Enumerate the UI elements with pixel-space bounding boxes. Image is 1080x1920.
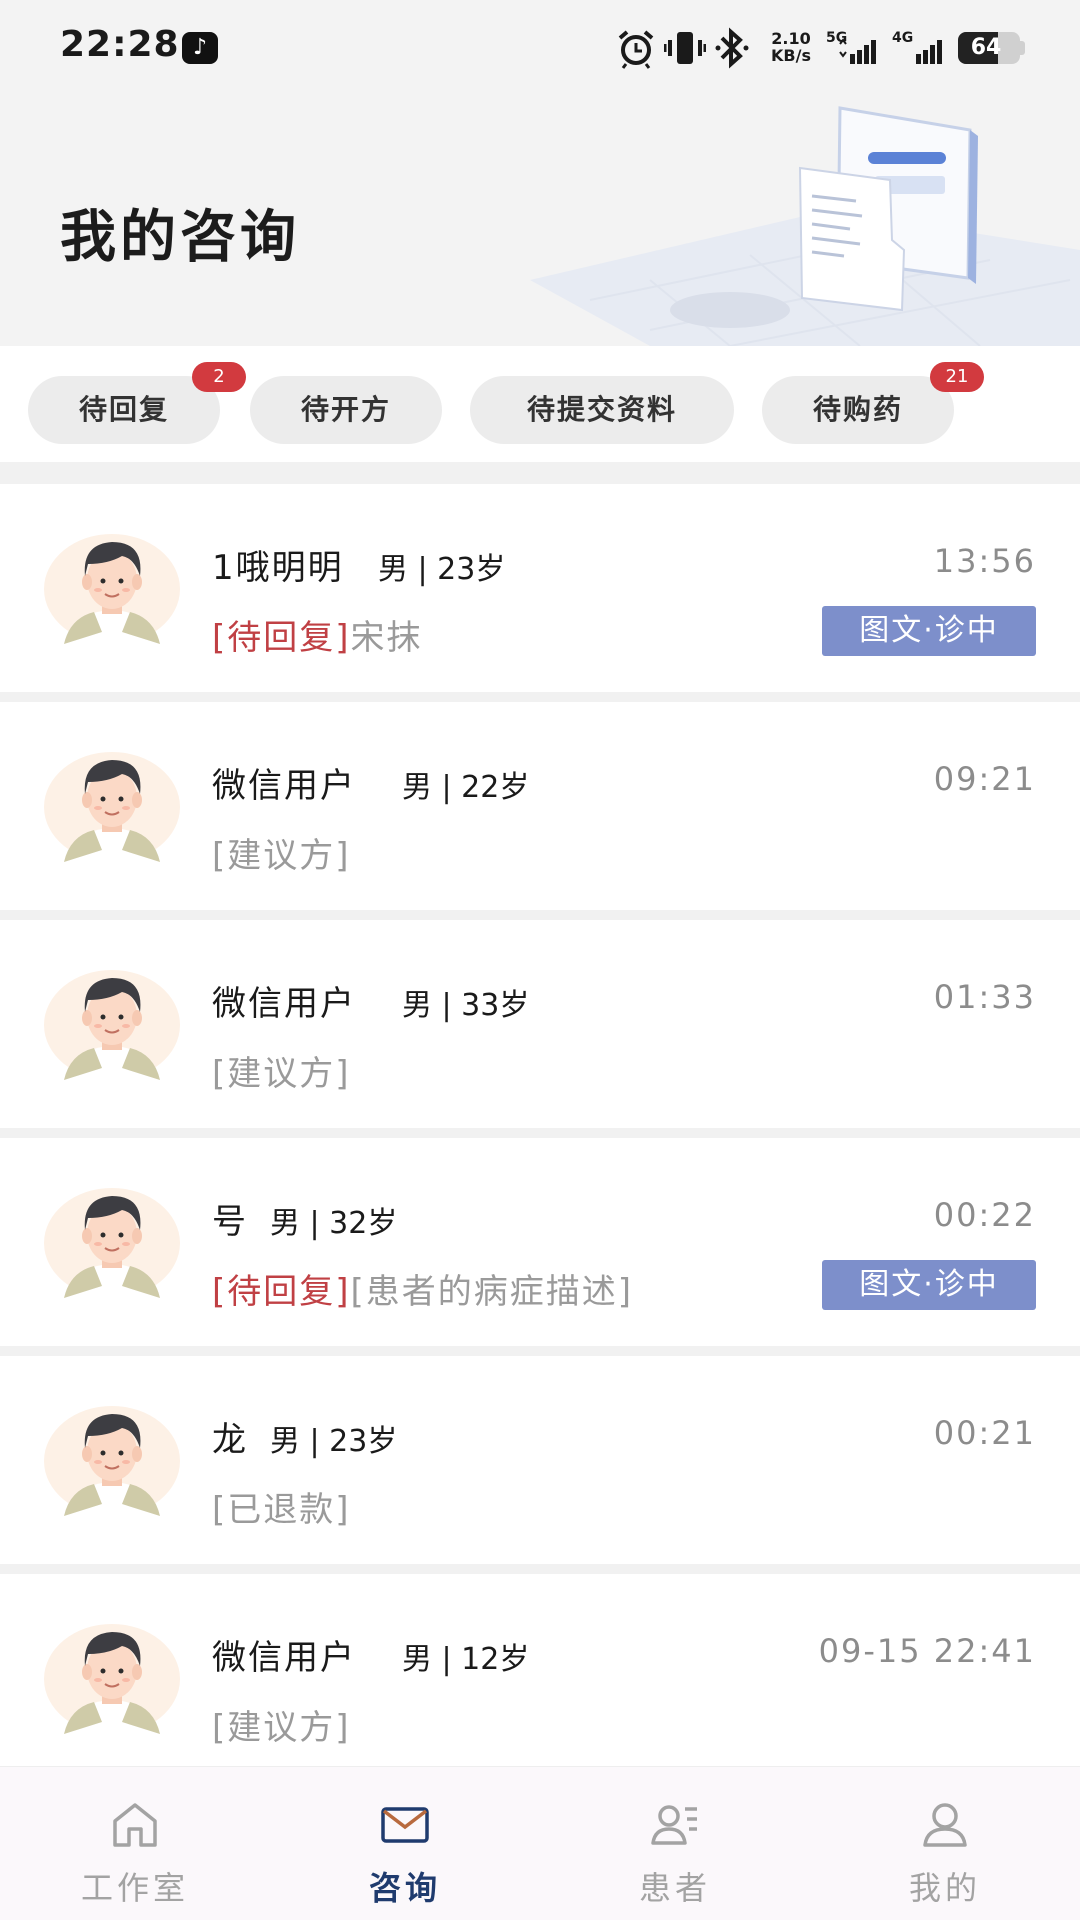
battery-icon: 64 bbox=[958, 32, 1020, 64]
document-illustration bbox=[530, 106, 1080, 346]
patient-name: 微信用户 bbox=[212, 984, 356, 1024]
patient-avatar bbox=[43, 970, 181, 1080]
nav-label: 患者 bbox=[638, 1869, 711, 1907]
status-label: [待回复] bbox=[212, 1272, 351, 1312]
patient-gender-age: 男 | 23岁 bbox=[378, 552, 506, 587]
consultation-summary: [建议方] bbox=[212, 828, 351, 877]
consultation-time: 00:22 bbox=[933, 1196, 1036, 1234]
summary-text: [建议方] bbox=[212, 1054, 351, 1094]
nav-label: 咨询 bbox=[368, 1869, 441, 1907]
status-time: 22:28 bbox=[60, 24, 180, 65]
network-speed: 2.10 KB/s bbox=[771, 29, 811, 65]
mail-icon bbox=[381, 1807, 429, 1843]
header: 22:28 ♪ 2.10 KB/s 5G 4G 64 我的咨询 bbox=[0, 0, 1080, 346]
patient-name: 微信用户 bbox=[212, 766, 356, 806]
filter-chip-label: 待回复 bbox=[78, 393, 169, 426]
patient-avatar bbox=[43, 1624, 181, 1734]
consultation-summary: [建议方] bbox=[212, 1700, 351, 1749]
summary-text: [已退款] bbox=[212, 1490, 351, 1530]
consultation-time: 13:56 bbox=[933, 542, 1036, 580]
patient-name: 1哦明明 bbox=[212, 548, 344, 588]
filter-chip-pending-purchase[interactable]: 待购药 21 bbox=[762, 362, 984, 444]
patient-avatar bbox=[43, 752, 181, 862]
battery-percent: 64 bbox=[970, 35, 1002, 60]
patient-avatar bbox=[43, 1188, 181, 1298]
patient-name: 微信用户 bbox=[212, 1638, 356, 1678]
consultation-row[interactable]: 微信用户 男 | 22岁 09:21 [建议方] bbox=[0, 702, 1080, 910]
filter-chip-pending-prescription[interactable]: 待开方 bbox=[250, 376, 442, 444]
signal-icon bbox=[839, 38, 876, 64]
count-badge: 2 bbox=[192, 362, 246, 392]
home-icon bbox=[113, 1803, 157, 1847]
consultation-row[interactable]: 微信用户 男 | 33岁 01:33 [建议方] bbox=[0, 920, 1080, 1128]
nav-item-profile[interactable]: 我的 bbox=[810, 1767, 1080, 1920]
consultation-time: 09:21 bbox=[933, 760, 1036, 798]
consultation-type-tag: 图文·诊中 bbox=[822, 606, 1036, 656]
patient-avatar bbox=[43, 1406, 181, 1516]
filter-chip-label: 待开方 bbox=[300, 393, 391, 426]
alarm-icon bbox=[618, 30, 654, 69]
patient-gender-age: 男 | 33岁 bbox=[402, 988, 530, 1023]
nav-label: 工作室 bbox=[80, 1869, 189, 1907]
nav-item-consult[interactable]: 咨询 bbox=[270, 1767, 540, 1920]
bluetooth-icon bbox=[715, 27, 749, 69]
tiktok-icon: ♪ bbox=[182, 32, 218, 64]
patient-gender-age: 男 | 32岁 bbox=[270, 1206, 398, 1241]
vibrate-icon bbox=[664, 32, 706, 64]
patients-icon bbox=[651, 1805, 697, 1845]
consultation-type-tag: 图文·诊中 bbox=[822, 1260, 1036, 1310]
patient-avatar bbox=[43, 534, 181, 644]
nav-item-studio[interactable]: 工作室 bbox=[0, 1767, 270, 1920]
count-badge: 21 bbox=[930, 362, 984, 392]
consultation-row[interactable]: 微信用户 男 | 12岁 09-15 22:41 [建议方] bbox=[0, 1574, 1080, 1782]
consultation-summary: [待回复]宋抹 bbox=[212, 610, 423, 659]
status-label: [待回复] bbox=[212, 618, 351, 658]
signal-icon bbox=[916, 40, 942, 64]
filter-chip-pending-reply[interactable]: 待回复 2 bbox=[28, 362, 246, 444]
consultation-row[interactable]: 1哦明明 男 | 23岁 13:56 [待回复]宋抹 图文·诊中 bbox=[0, 484, 1080, 692]
patient-gender-age: 男 | 12岁 bbox=[402, 1642, 530, 1677]
summary-text: [建议方] bbox=[212, 1708, 351, 1748]
nav-label: 我的 bbox=[908, 1869, 981, 1907]
summary-text: [建议方] bbox=[212, 836, 351, 876]
filter-chip-pending-documents[interactable]: 待提交资料 bbox=[470, 376, 734, 444]
page-title: 我的咨询 bbox=[60, 205, 300, 270]
profile-icon bbox=[923, 1803, 967, 1847]
consultation-time: 01:33 bbox=[933, 978, 1036, 1016]
patient-name: 龙 bbox=[212, 1420, 248, 1460]
summary-text: [患者的病症描述] bbox=[350, 1272, 634, 1312]
status-bar: 22:28 ♪ 2.10 KB/s 5G 4G 64 bbox=[0, 0, 1080, 96]
consultation-row[interactable]: 号 男 | 32岁 00:22 [待回复][患者的病症描述] 图文·诊中 bbox=[0, 1138, 1080, 1346]
consultation-time: 00:21 bbox=[933, 1414, 1036, 1452]
summary-text: 宋抹 bbox=[350, 618, 423, 658]
bottom-nav: 工作室 咨询 患者 我的 bbox=[0, 1766, 1080, 1920]
filter-chip-label: 待购药 bbox=[812, 393, 903, 426]
nav-item-patients[interactable]: 患者 bbox=[540, 1767, 810, 1920]
consultation-time: 09-15 22:41 bbox=[818, 1632, 1036, 1670]
consultation-summary: [待回复][患者的病症描述] bbox=[212, 1264, 633, 1313]
patient-gender-age: 男 | 23岁 bbox=[270, 1424, 398, 1459]
patient-gender-age: 男 | 22岁 bbox=[402, 770, 530, 805]
consultation-row[interactable]: 龙 男 | 23岁 00:21 [已退款] bbox=[0, 1356, 1080, 1564]
consultation-summary: [已退款] bbox=[212, 1482, 351, 1531]
filter-bar: 待回复 2 待开方 待提交资料 待购药 21 bbox=[0, 346, 1080, 462]
filter-chip-label: 待提交资料 bbox=[526, 393, 677, 426]
patient-name: 号 bbox=[212, 1202, 248, 1242]
battery-tip bbox=[1020, 41, 1025, 55]
consultation-summary: [建议方] bbox=[212, 1046, 351, 1095]
